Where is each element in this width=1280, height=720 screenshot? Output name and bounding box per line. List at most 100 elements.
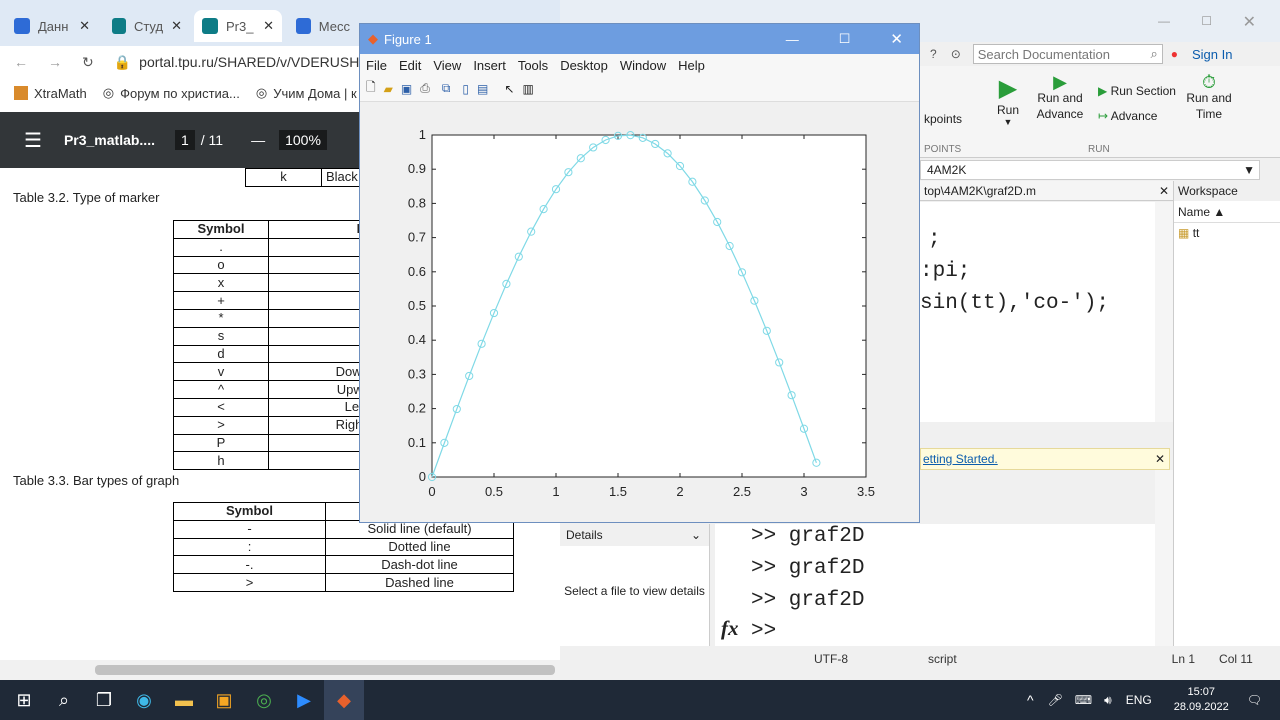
task-view-icon[interactable]: ❐	[84, 680, 124, 720]
close-icon[interactable]: ✕	[1155, 452, 1165, 466]
sign-in-link[interactable]: Sign In	[1192, 47, 1232, 62]
menu-view[interactable]: View	[433, 58, 461, 73]
y-tick-label: 0.6	[408, 264, 426, 279]
matlab-icon[interactable]: ◆	[324, 680, 364, 720]
variable-name: tt	[1192, 226, 1200, 240]
chrome-icon[interactable]: ◎	[244, 680, 284, 720]
tab-1[interactable]: Данн ✕	[6, 10, 98, 42]
help-icon[interactable]: ?	[930, 47, 937, 61]
column-header[interactable]: Name ▲	[1178, 205, 1225, 219]
close-icon[interactable]: ✕	[1159, 184, 1169, 198]
menu-file[interactable]: File	[366, 58, 387, 73]
file-explorer-icon[interactable]: ▬	[164, 680, 204, 720]
scroll-thumb[interactable]	[95, 665, 555, 675]
zoom-icon[interactable]: ▶	[284, 680, 324, 720]
page-input[interactable]: 1	[174, 130, 195, 150]
minimize-icon[interactable]: —	[1158, 14, 1170, 28]
details-header[interactable]: Details ⌄	[560, 524, 709, 546]
tab-3-active[interactable]: Pr3_ ✕	[194, 10, 282, 42]
command-window[interactable]: >> graf2D >> graf2D >> graf2D fx >>	[715, 524, 1155, 646]
plot-area[interactable]: 0 0.5 1 1.5 2 2.5 3 3.5 0 0.1 0.2 0.3 0.4 0.5 0.6 0.7 0.…	[360, 102, 919, 522]
x-tick-label: 2.5	[733, 484, 751, 499]
menu-edit[interactable]: Edit	[399, 58, 421, 73]
minimize-icon[interactable]: —	[786, 32, 799, 47]
volume-icon[interactable]: 🔊︎	[1104, 693, 1112, 708]
menu-window[interactable]: Window	[620, 58, 666, 73]
print-icon[interactable]: ⎙	[420, 81, 430, 96]
tab-4[interactable]: Месс	[288, 10, 358, 42]
code-line: :pi;	[920, 260, 971, 283]
pdf-title: Pr3_matlab....	[63, 132, 155, 148]
property-inspector-icon[interactable]: ▥	[522, 82, 533, 96]
link-plot-icon[interactable]: ⧉	[442, 81, 451, 96]
horizontal-scrollbar[interactable]	[0, 660, 560, 680]
clock[interactable]: 15:07 28.09.2022	[1174, 685, 1229, 715]
run-and-time-button[interactable]: ⏱ Run and Time	[1184, 73, 1234, 122]
close-icon[interactable]: ✕	[171, 18, 182, 34]
chevron-up-icon[interactable]: ^	[1027, 692, 1034, 708]
editor-scrollbar[interactable]	[1155, 202, 1173, 422]
code-editor[interactable]: ; :pi; sin(tt),'co-');	[920, 202, 1155, 422]
function-browser-icon[interactable]: fx	[721, 616, 739, 641]
close-icon[interactable]: ✕	[79, 18, 90, 34]
windows-start-icon[interactable]: ⊞	[4, 680, 44, 720]
open-icon[interactable]: ▰	[384, 82, 393, 96]
close-icon[interactable]: ✕	[263, 18, 274, 34]
save-icon[interactable]: ▣	[401, 82, 412, 96]
search-documentation-input[interactable]: Search Documentation ⌕	[972, 44, 1163, 64]
notifications-icon[interactable]: 🗨︎	[1247, 693, 1262, 707]
command-scrollbar[interactable]	[1155, 470, 1173, 646]
run-button[interactable]: ▶ Run ▼	[988, 74, 1028, 127]
close-icon[interactable]: ✕	[890, 30, 903, 48]
dropdown-icon[interactable]: ⊙	[951, 47, 961, 61]
menu-icon[interactable]: ☰	[24, 128, 42, 153]
y-tick-label: 0.4	[408, 332, 426, 347]
legend-icon[interactable]: ▤	[477, 82, 488, 96]
getting-started-link[interactable]: etting Started.	[923, 452, 998, 466]
language-indicator[interactable]: ENG	[1126, 693, 1152, 707]
breakpoints-button[interactable]: kpoints	[924, 112, 962, 126]
editor-tab[interactable]: top\4AM2K\graf2D.m ✕	[920, 181, 1175, 201]
bookmark-forum[interactable]: Форум по христиа...	[120, 86, 240, 101]
colorbar-icon[interactable]: ▯	[462, 82, 469, 96]
figure-titlebar[interactable]: ◆ Figure 1 — ☐ ✕	[360, 24, 919, 54]
forward-icon[interactable]: →	[48, 54, 62, 70]
bookmark-xtramath[interactable]: XtraMath	[34, 86, 87, 101]
bookmark-uchim-doma[interactable]: Учим Дома | к	[273, 86, 356, 101]
command-prompt[interactable]: >>	[751, 620, 776, 643]
editor-tab-label: top\4AM2K\graf2D.m	[924, 183, 1037, 198]
tab-2[interactable]: Студ ✕	[104, 10, 190, 42]
network-icon[interactable]: ⌨	[1075, 693, 1092, 707]
pointer-icon[interactable]: ↖	[504, 82, 514, 96]
back-icon[interactable]: ←	[14, 54, 28, 70]
matlab-logo-icon: ◆	[368, 31, 378, 46]
reload-icon[interactable]: ↻	[82, 54, 94, 71]
close-icon[interactable]: ✕	[1243, 12, 1256, 32]
advance-button[interactable]: ↦ Advance	[1098, 109, 1157, 123]
figure-window[interactable]: ◆ Figure 1 — ☐ ✕ File Edit View Insert T…	[359, 23, 920, 523]
zoom-input[interactable]: 100%	[279, 130, 327, 150]
microphone-icon[interactable]: 🎤︎	[1048, 693, 1063, 707]
maximize-icon[interactable]: ☐	[1201, 14, 1212, 28]
bell-icon[interactable]: ●	[1171, 47, 1178, 61]
menu-help[interactable]: Help	[678, 58, 705, 73]
menu-insert[interactable]: Insert	[473, 58, 506, 73]
globe-icon: ◎	[255, 85, 268, 100]
maximize-icon[interactable]: ☐	[839, 31, 851, 47]
tab-label: Студ	[133, 18, 164, 34]
new-figure-icon[interactable]: 🗋	[366, 78, 376, 99]
search-icon[interactable]: ⌕	[44, 680, 84, 720]
symbol-cell: P	[173, 433, 269, 453]
run-section-button[interactable]: ▶ Run Section	[1098, 84, 1176, 98]
edge-icon[interactable]: ◉	[124, 680, 164, 720]
notes-app-icon[interactable]: ▣	[204, 680, 244, 720]
run-and-advance-button[interactable]: ▶ Run and Advance	[1030, 73, 1090, 122]
workspace-variable-row[interactable]: ▦ tt	[1174, 223, 1280, 243]
address-bar[interactable]: portal.tpu.ru/SHARED/v/VDERUSH...	[139, 54, 371, 70]
current-folder-path[interactable]: 4AM2K ▼	[920, 160, 1260, 180]
menu-tools[interactable]: Tools	[518, 58, 548, 73]
menu-desktop[interactable]: Desktop	[560, 58, 608, 73]
x-tick-label: 0.5	[485, 484, 503, 499]
zoom-out-icon[interactable]: —	[251, 132, 265, 148]
symbol-cell: x	[173, 273, 269, 293]
